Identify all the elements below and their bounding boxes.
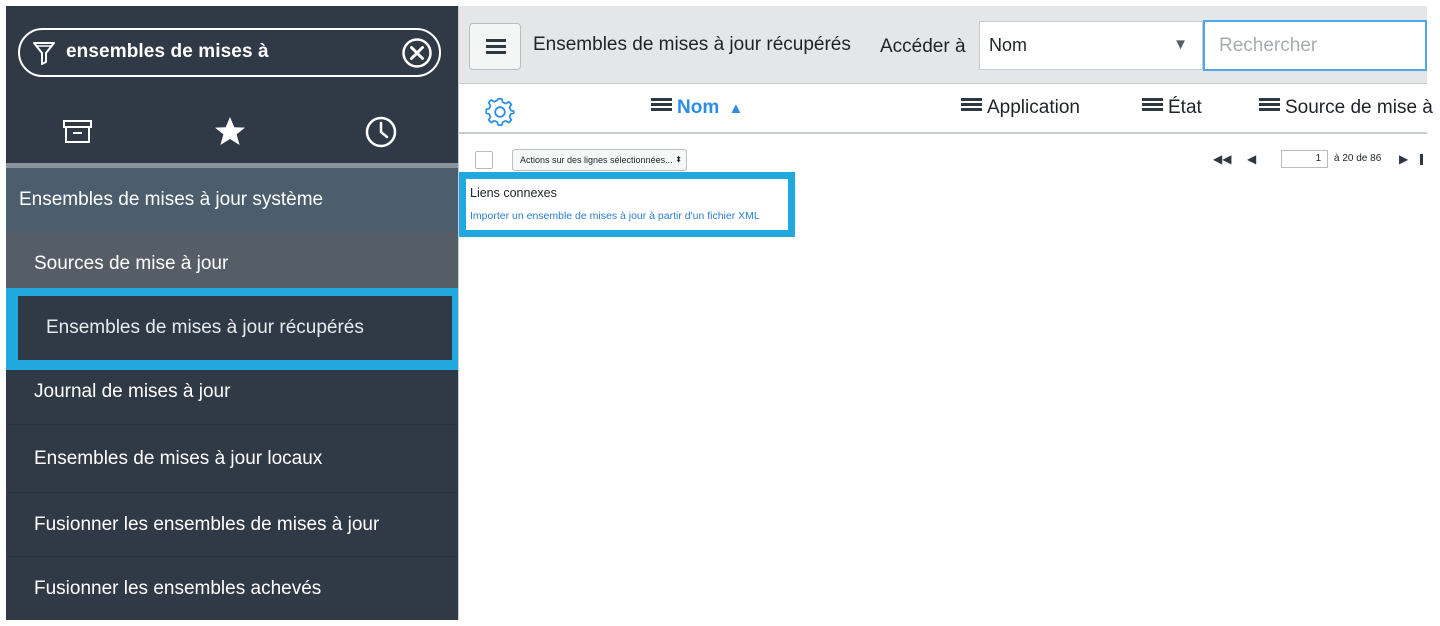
goto-label: Accéder à [880, 36, 966, 57]
nav-item-selected-highlight: Ensembles de mises à jour récupérés [18, 296, 452, 360]
dropdown-arrow-icon: ▼ [1173, 36, 1188, 53]
row-actions-label: Actions sur des lignes sélectionnées... [520, 155, 673, 165]
clear-filter-icon[interactable] [401, 37, 433, 69]
column-header-update-source[interactable]: Source de mise à [1259, 97, 1433, 119]
nav-item-merged-sets-completed[interactable]: Fusionner les ensembles achevés [6, 556, 458, 620]
column-header-state[interactable]: État [1142, 97, 1202, 119]
related-links-title: Liens connexes [470, 186, 557, 200]
list-header-bar: Ensembles de mises à jour récupérés Accé… [459, 6, 1427, 84]
nav-item-label: Ensembles de mises à jour locaux [34, 447, 323, 469]
navigator-filter-input[interactable]: ensembles de mises à [18, 28, 441, 77]
import-xml-link[interactable]: Importer un ensemble de mises à jour à p… [470, 210, 760, 222]
nav-item-local-update-sets[interactable]: Ensembles de mises à jour locaux [6, 424, 458, 492]
list-view: Ensembles de mises à jour récupérés Accé… [458, 6, 1433, 620]
nav-section-system-update-sets[interactable]: Ensembles de mises à jour système [6, 168, 458, 232]
select-caret-icon: ⬍ [675, 155, 682, 164]
column-header-name[interactable]: Nom ▲ [651, 97, 743, 119]
first-page-icon[interactable]: ◀◀ [1213, 152, 1231, 166]
nav-item-merge-update-sets[interactable]: Fusionner les ensembles de mises à jour [6, 492, 458, 556]
search-field-value: Nom [989, 35, 1028, 55]
column-menu-icon[interactable] [651, 98, 672, 112]
search-field-select[interactable]: Nom ▼ [979, 21, 1203, 70]
nav-item-label: Ensembles de mises à jour récupérés [46, 317, 364, 338]
all-apps-icon[interactable] [58, 112, 98, 152]
nav-item-label: Fusionner les ensembles achevés [34, 577, 322, 599]
nav-section-label: Ensembles de mises à jour système [19, 189, 324, 210]
sort-ascending-icon: ▲ [728, 100, 744, 117]
filter-icon [33, 42, 55, 65]
nav-item-update-sources[interactable]: Sources de mise à jour [6, 232, 458, 296]
previous-page-icon[interactable]: ◀ [1247, 152, 1256, 166]
menu-icon [486, 39, 506, 42]
nav-item-label: Sources de mise à jour [34, 253, 229, 274]
navigator-tabs [6, 98, 458, 166]
next-page-icon[interactable]: ▶ [1399, 152, 1408, 166]
column-menu-icon[interactable] [1259, 98, 1280, 112]
list-title: Ensembles de mises à jour récupérés [533, 34, 851, 55]
column-menu-icon[interactable] [961, 98, 982, 112]
column-header-application[interactable]: Application [961, 97, 1080, 119]
nav-item-retrieved-update-sets[interactable]: Ensembles de mises à jour récupérés [6, 288, 458, 370]
last-page-icon[interactable] [1420, 154, 1423, 165]
search-input[interactable] [1203, 20, 1427, 71]
pagination: ◀◀ ◀ 1 à 20 de 86 ▶ [1207, 149, 1427, 171]
list-action-bar: Actions sur des lignes sélectionnées... … [459, 134, 1427, 174]
select-all-checkbox[interactable] [475, 151, 493, 169]
navigator-filter-bar: ensembles de mises à [6, 6, 458, 96]
nav-item-label: Journal de mises à jour [34, 381, 231, 402]
nav-item-update-log[interactable]: Journal de mises à jour [6, 362, 458, 422]
gear-icon[interactable] [485, 97, 515, 127]
navigator-filter-text: ensembles de mises à [66, 41, 269, 62]
favorites-icon[interactable] [210, 112, 250, 152]
column-header-row: Nom ▲ Application État Source de mise à [459, 84, 1433, 134]
list-menu-button[interactable] [469, 23, 521, 70]
row-actions-select[interactable]: Actions sur des lignes sélectionnées... … [512, 149, 687, 171]
column-menu-icon[interactable] [1142, 98, 1163, 112]
related-links-panel: Liens connexes Importer un ensemble de m… [459, 172, 795, 237]
page-range-text: à 20 de 86 [1334, 153, 1382, 164]
page-number-input[interactable]: 1 [1281, 150, 1328, 168]
nav-item-label: Fusionner les ensembles de mises à jour [34, 513, 380, 535]
application-navigator: ensembles de mises à Ensembles de mises … [6, 6, 458, 620]
history-icon[interactable] [361, 112, 401, 152]
